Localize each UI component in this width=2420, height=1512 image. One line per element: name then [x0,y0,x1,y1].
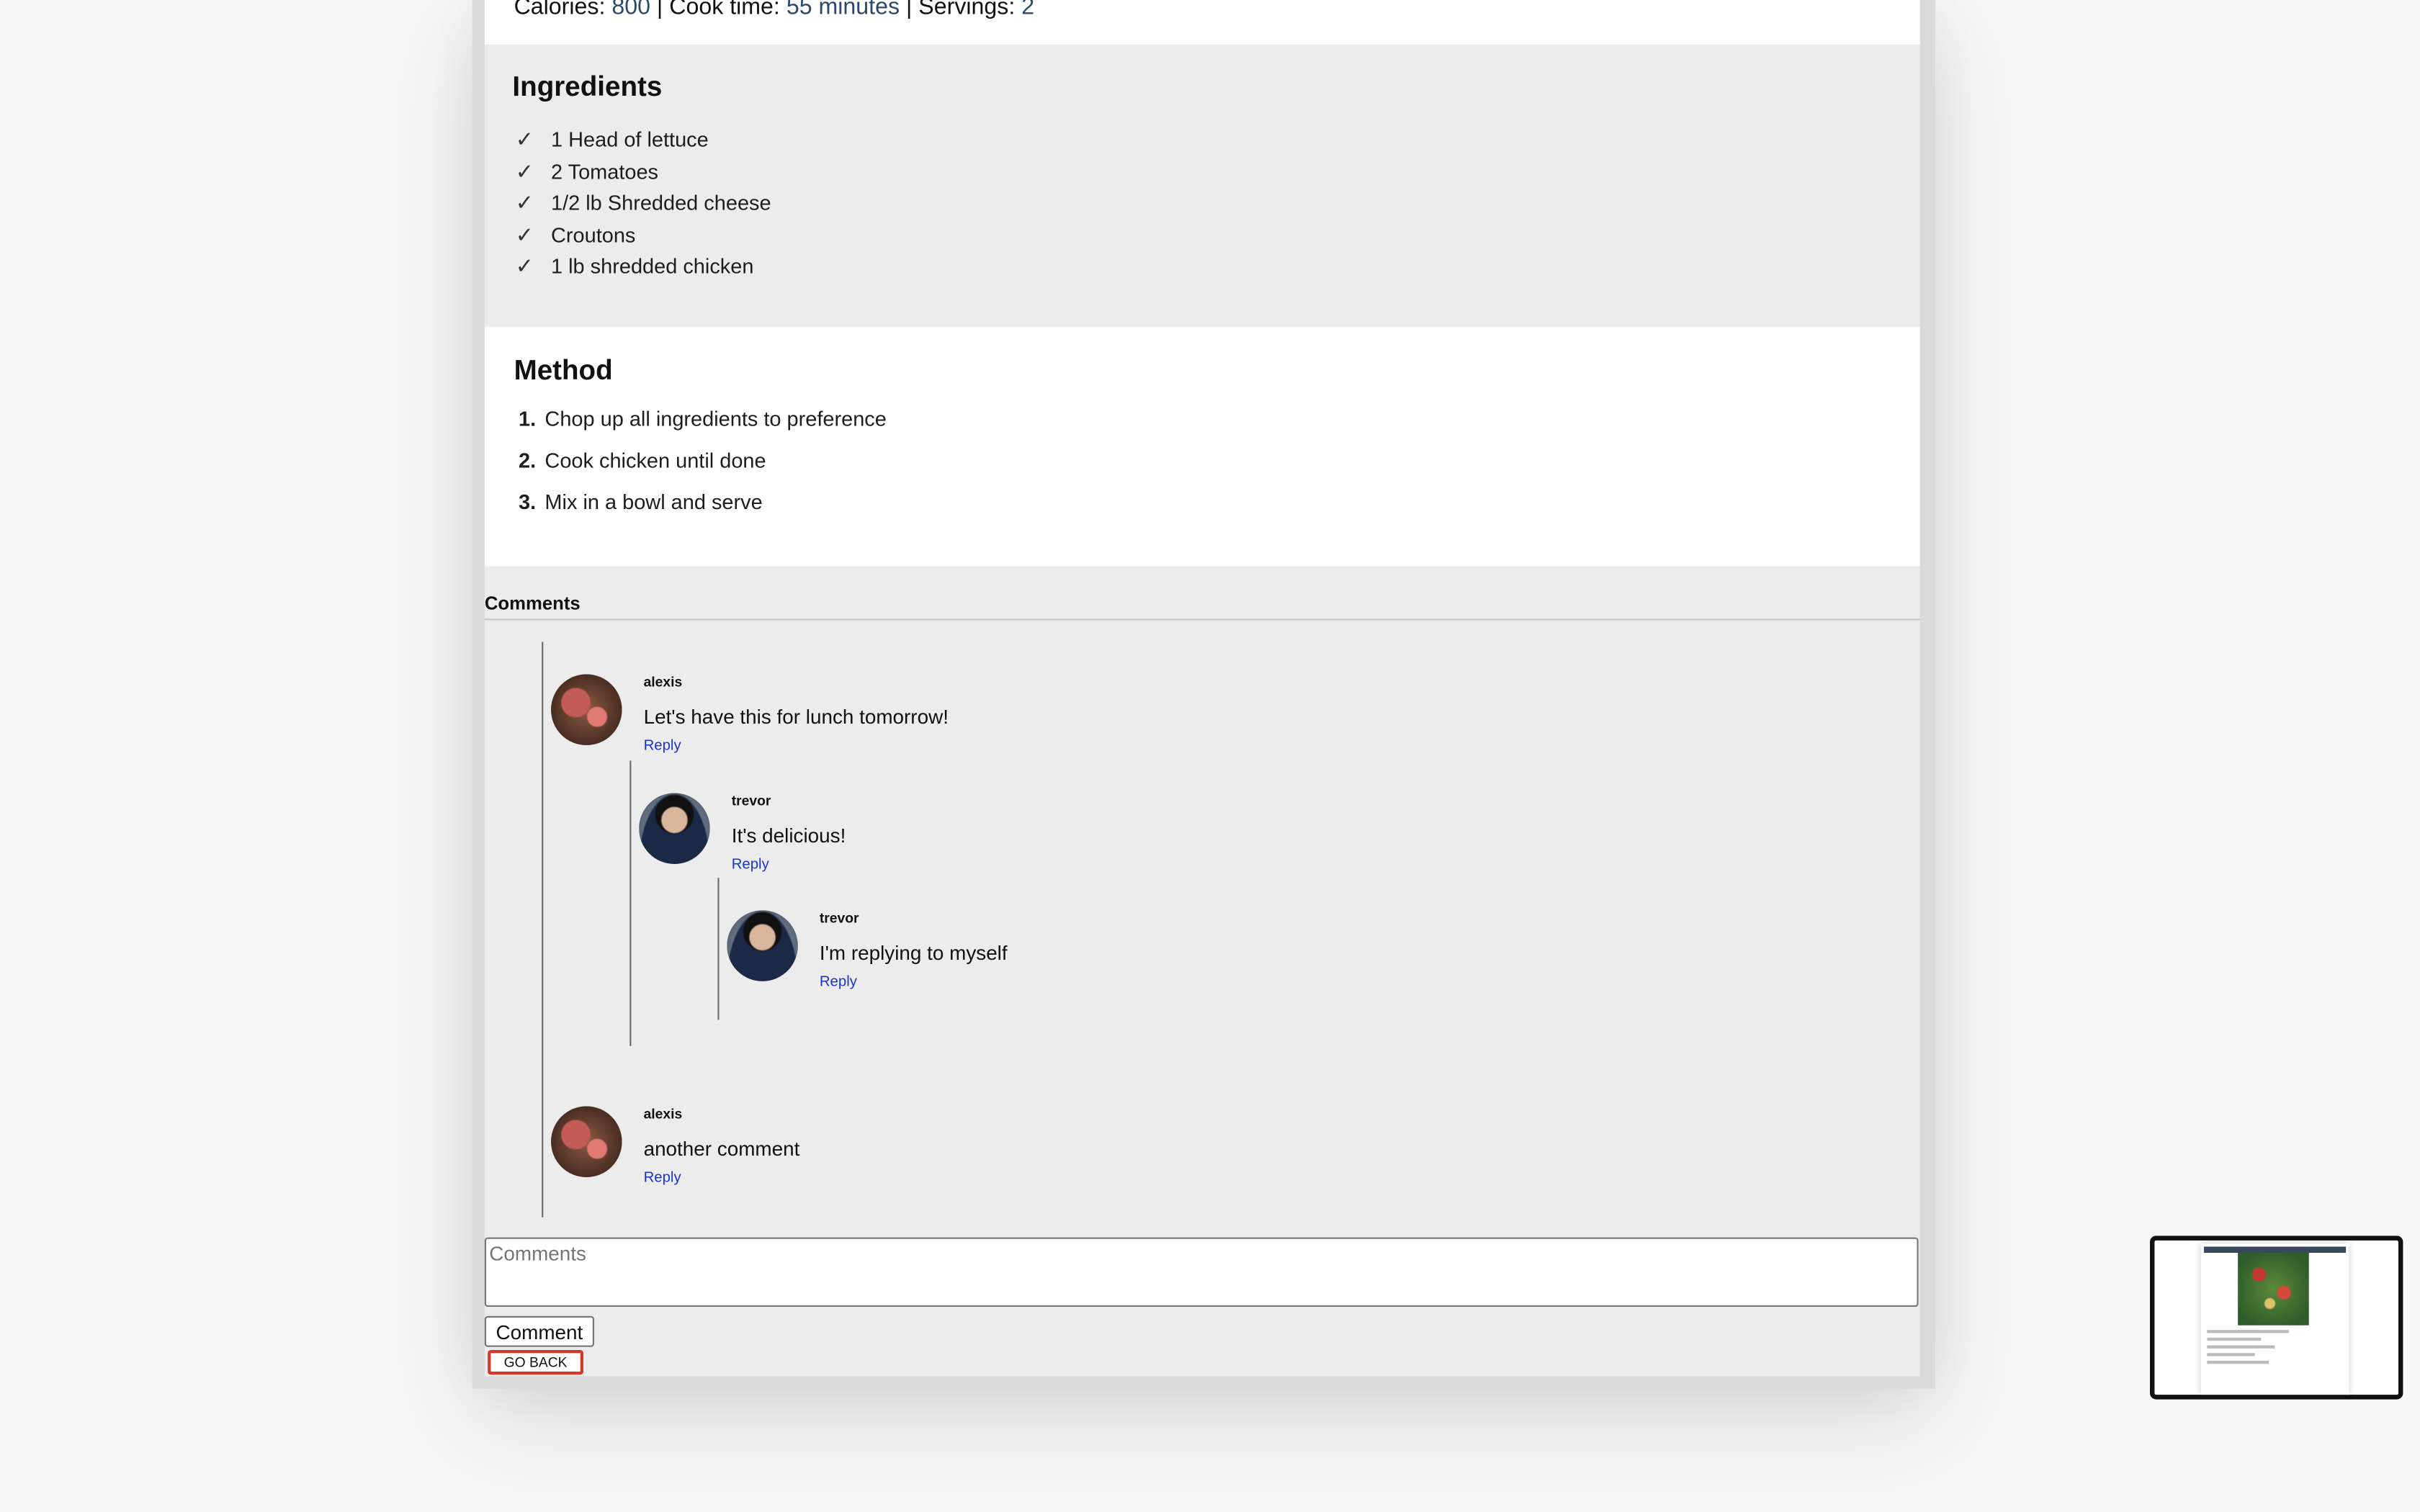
avatar [727,910,798,981]
thread-line [717,878,720,1020]
thread-line [629,760,632,1046]
ingredient-text: 1/2 lb Shredded cheese [551,191,771,215]
step-number: 1. [519,407,537,431]
comment-submit-button[interactable]: Comment [484,1315,594,1347]
check-icon: ✓ [515,253,534,278]
servings-label: Servings: [918,0,1016,20]
avatar [551,1106,622,1177]
salad-thumbnail-image [2238,1253,2309,1326]
list-item: 2. Cook chicken until done [519,447,887,489]
list-item: 3. Mix in a bowl and serve [519,489,887,531]
comment-username: trevor [819,910,859,926]
page-thumbnail-preview[interactable] [2150,1236,2403,1400]
meta-separator: | [905,0,913,20]
thread-line [542,642,544,1218]
ingredient-text: 2 Tomatoes [551,159,659,183]
method-steps: 1. Chop up all ingredients to preference … [519,406,887,531]
comments-heading: Comments [484,592,581,614]
check-icon: ✓ [515,126,534,151]
check-icon: ✓ [515,158,534,183]
reply-link[interactable]: Reply [644,737,681,755]
list-item: 1. Chop up all ingredients to preference [519,406,887,448]
divider [484,618,1920,621]
cook-time-value: 55 minutes [786,0,900,20]
servings-value: 2 [1021,0,1035,20]
ingredients-title: Ingredients [512,71,663,102]
comment-text: Let's have this for lunch tomorrow! [643,705,949,729]
viewport: Calories: 800 | Cook time: 55 minutes | … [0,0,2420,1512]
recipe-page: Calories: 800 | Cook time: 55 minutes | … [484,0,1920,1389]
reply-link[interactable]: Reply [644,1169,681,1187]
comment-text: I'm replying to myself [819,941,1008,965]
method-title: Method [514,354,613,386]
ingredient-text: Croutons [551,222,636,246]
comment-text: another comment [643,1137,800,1161]
ingredients-list: ✓ 1 Head of lettuce ✓ 2 Tomatoes ✓ 1/2 lb S… [516,123,771,282]
list-item: ✓ Croutons [516,218,771,250]
recipe-meta-bar: Calories: 800 | Cook time: 55 minutes | … [484,0,1920,45]
ingredient-text: 1 lb shredded chicken [551,254,754,278]
page-bottom-edge [484,1376,1920,1389]
list-item: ✓ 1/2 lb Shredded cheese [516,186,771,218]
meta-separator: | [656,0,663,20]
comment-text: It's delicious! [731,824,846,847]
list-item: ✓ 2 Tomatoes [516,155,771,186]
avatar [639,793,710,864]
comment-username: trevor [731,793,771,809]
step-number: 2. [519,449,537,472]
list-item: ✓ 1 Head of lettuce [516,123,771,155]
calories-label: Calories: [514,0,606,20]
go-back-button[interactable]: GO BACK [488,1350,583,1375]
step-number: 3. [519,490,537,514]
ingredient-text: 1 Head of lettuce [551,127,709,151]
check-icon: ✓ [515,189,534,215]
avatar [551,674,622,745]
comment-username: alexis [643,1106,683,1122]
comment-username: alexis [643,674,683,690]
method-section: Method 1. Chop up all ingredients to pref… [484,327,1920,567]
calories-value: 800 [611,0,650,20]
cook-time-label: Cook time: [669,0,780,20]
list-item: ✓ 1 lb shredded chicken [516,250,771,282]
thumbnail-text-lines [2207,1330,2343,1392]
reply-link[interactable]: Reply [732,856,769,873]
thumbnail-header [2204,1246,2347,1253]
recipe-meta: Calories: 800 | Cook time: 55 minutes | … [514,0,1035,20]
step-text: Mix in a bowl and serve [544,490,763,514]
check-icon: ✓ [515,221,534,246]
step-text: Chop up all ingredients to preference [544,407,887,431]
ingredients-section: Ingredients ✓ 1 Head of lettuce ✓ 2 Tomato… [484,45,1920,328]
reply-link[interactable]: Reply [820,973,857,991]
comment-input[interactable] [484,1237,1919,1307]
step-text: Cook chicken until done [544,449,766,472]
thumbnail-page [2200,1243,2349,1395]
